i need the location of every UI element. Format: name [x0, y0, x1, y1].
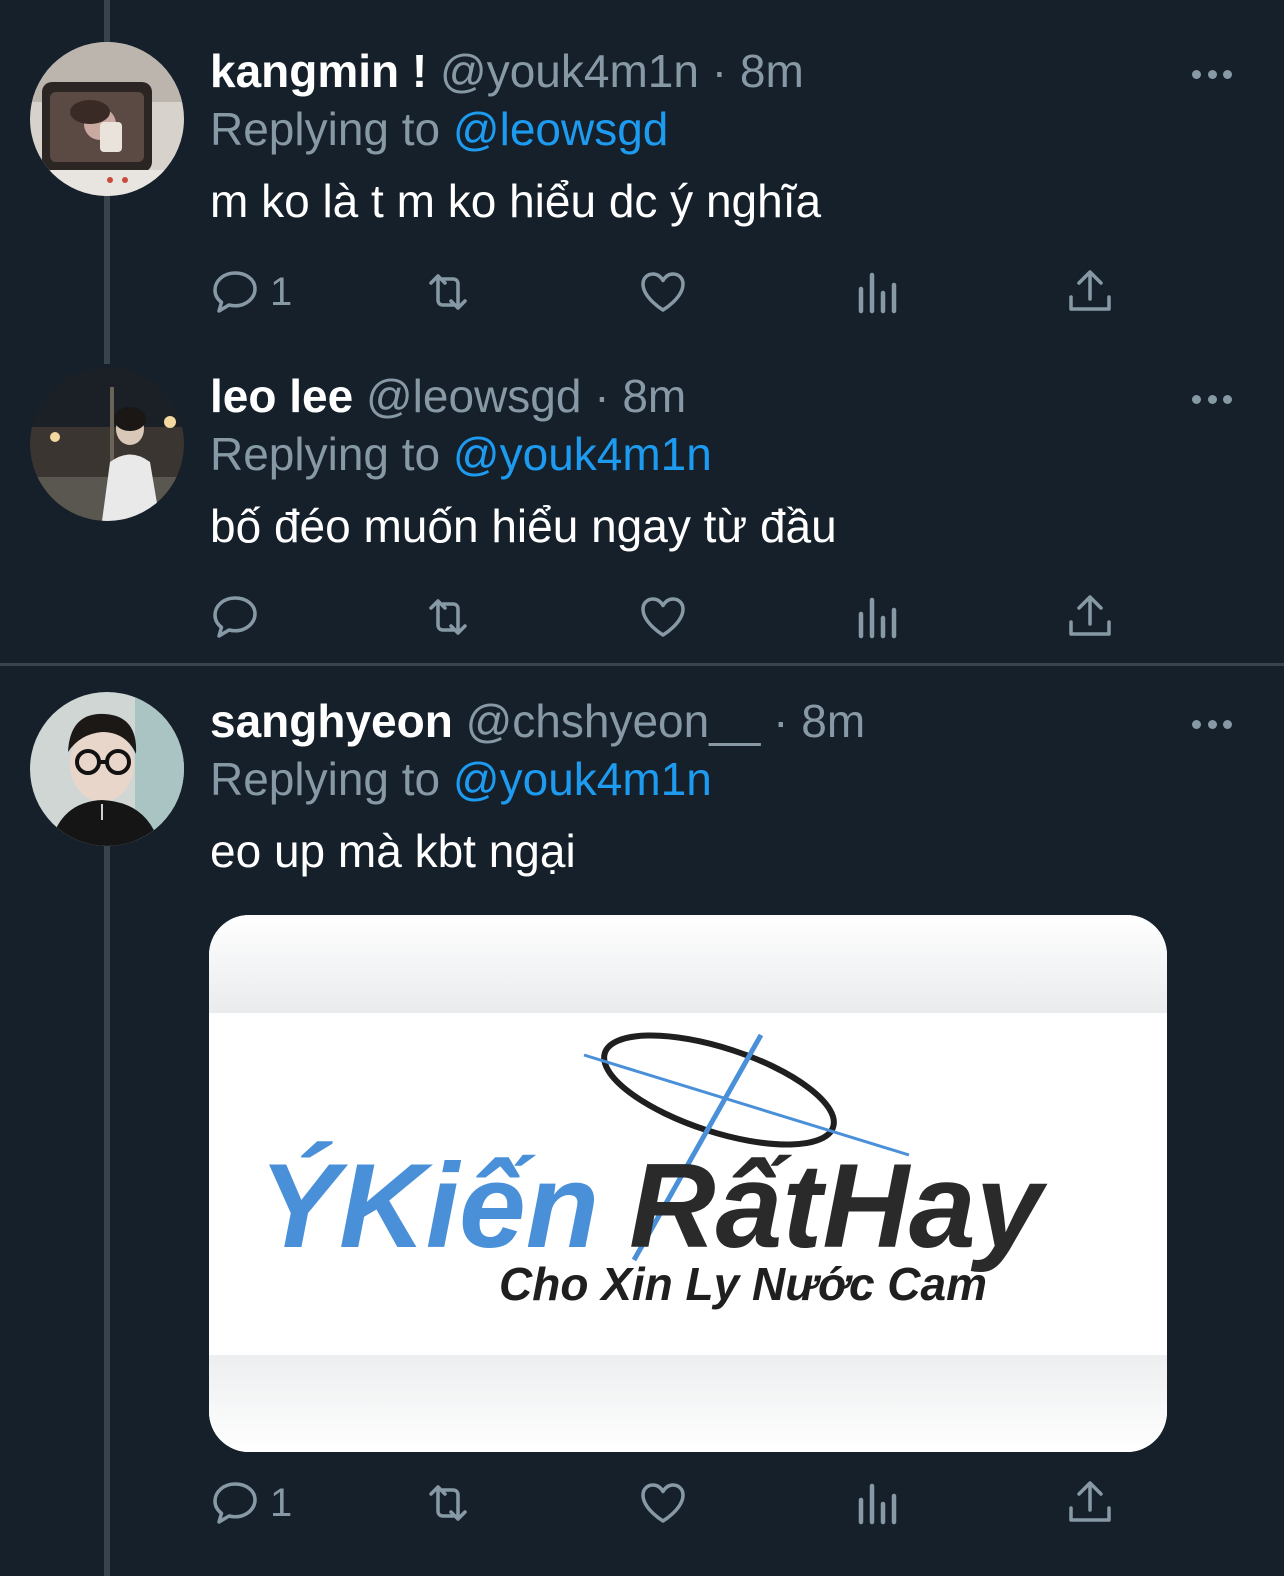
heart-icon: [641, 597, 685, 637]
replying-to: Replying to @youk4m1n: [210, 750, 1244, 808]
retweet-icon: [429, 599, 467, 635]
display-name[interactable]: sanghyeon: [210, 695, 453, 747]
display-name[interactable]: leo lee: [210, 370, 353, 422]
tweet-header: kangmin ! @youk4m1n · 8m: [210, 42, 1244, 100]
logo-image: ÝKiến RấtHay Cho Xin Ly Nước Cam: [209, 915, 1167, 1452]
avatar[interactable]: [30, 692, 184, 846]
timestamp[interactable]: 8m: [801, 695, 865, 747]
logo-text-dark: RấtHay: [629, 1139, 1048, 1273]
avatar[interactable]: [30, 367, 184, 521]
logo-text-blue: ÝKiến: [259, 1139, 599, 1273]
tweet-text: eo up mà kbt ngại: [210, 825, 576, 877]
share-icon: [1069, 270, 1111, 311]
reply-count: 1: [270, 269, 293, 314]
tweet-text: bố đéo muốn hiểu ngay từ đầu: [210, 500, 837, 552]
replying-to: Replying to @youk4m1n: [210, 425, 1244, 483]
more-options-icon[interactable]: [1192, 714, 1232, 734]
replying-to-label: Replying to: [210, 753, 441, 805]
share-button[interactable]: [1065, 267, 1115, 317]
reply-button[interactable]: [210, 592, 270, 642]
timestamp[interactable]: 8m: [740, 45, 804, 97]
replying-to: Replying to @leowsgd: [210, 100, 1244, 158]
display-name[interactable]: kangmin !: [210, 45, 427, 97]
separator: ·: [773, 695, 789, 747]
views-button[interactable]: [853, 592, 903, 642]
share-button[interactable]: [1065, 1478, 1115, 1528]
tweet-header: sanghyeon @chshyeon__ · 8m: [210, 692, 1244, 750]
replying-to-mention[interactable]: @youk4m1n: [453, 428, 712, 480]
retweet-icon: [429, 274, 467, 310]
share-icon: [1069, 595, 1111, 636]
share-button[interactable]: [1065, 592, 1115, 642]
tweet-actions: [210, 592, 1111, 642]
tweet-2[interactable]: leo lee @leowsgd · 8m Replying to @youk4…: [0, 367, 1284, 657]
analytics-icon: [858, 272, 897, 314]
replying-to-mention[interactable]: @leowsgd: [453, 103, 668, 155]
separator: ·: [711, 45, 728, 97]
tweet-media-image[interactable]: ÝKiến RấtHay Cho Xin Ly Nước Cam: [209, 915, 1167, 1452]
heart-icon: [641, 272, 685, 312]
thread-line-top: [104, 0, 110, 42]
replying-to-label: Replying to: [210, 428, 441, 480]
reply-button[interactable]: 1: [210, 267, 292, 317]
tweet-text: m ko là t m ko hiểu dc ý nghĩa: [210, 175, 822, 227]
tweet-actions: 1: [210, 1478, 1111, 1528]
views-button[interactable]: [853, 267, 903, 317]
logo-tagline: Cho Xin Ly Nước Cam: [499, 1258, 987, 1310]
reply-icon: [213, 271, 257, 313]
like-button[interactable]: [638, 592, 688, 642]
retweet-button[interactable]: [423, 1478, 473, 1528]
views-button[interactable]: [853, 1478, 903, 1528]
share-icon: [1069, 1481, 1111, 1522]
more-options-icon[interactable]: [1192, 389, 1232, 409]
replying-to-mention[interactable]: @youk4m1n: [453, 753, 712, 805]
reply-icon: [213, 1482, 257, 1524]
avatar[interactable]: [30, 42, 184, 196]
replying-to-label: Replying to: [210, 103, 441, 155]
tweet-header: leo lee @leowsgd · 8m: [210, 367, 1244, 425]
retweet-button[interactable]: [423, 592, 473, 642]
retweet-icon: [429, 1485, 467, 1521]
separator: ·: [594, 370, 610, 422]
analytics-icon: [858, 597, 897, 639]
tweet-1[interactable]: kangmin ! @youk4m1n · 8m Replying to @le…: [0, 42, 1284, 342]
reply-icon: [213, 596, 257, 638]
analytics-icon: [858, 1483, 897, 1525]
handle[interactable]: @chshyeon__: [466, 695, 761, 747]
timestamp[interactable]: 8m: [622, 370, 686, 422]
handle[interactable]: @leowsgd: [366, 370, 581, 422]
handle[interactable]: @youk4m1n: [440, 45, 699, 97]
more-options-icon[interactable]: [1192, 64, 1232, 84]
divider: [0, 663, 1284, 666]
reply-count: 1: [270, 1480, 293, 1525]
reply-button[interactable]: 1: [210, 1478, 292, 1528]
like-button[interactable]: [638, 1478, 688, 1528]
heart-icon: [641, 1483, 685, 1523]
retweet-button[interactable]: [423, 267, 473, 317]
like-button[interactable]: [638, 267, 688, 317]
tweet-actions: 1: [210, 267, 1111, 317]
